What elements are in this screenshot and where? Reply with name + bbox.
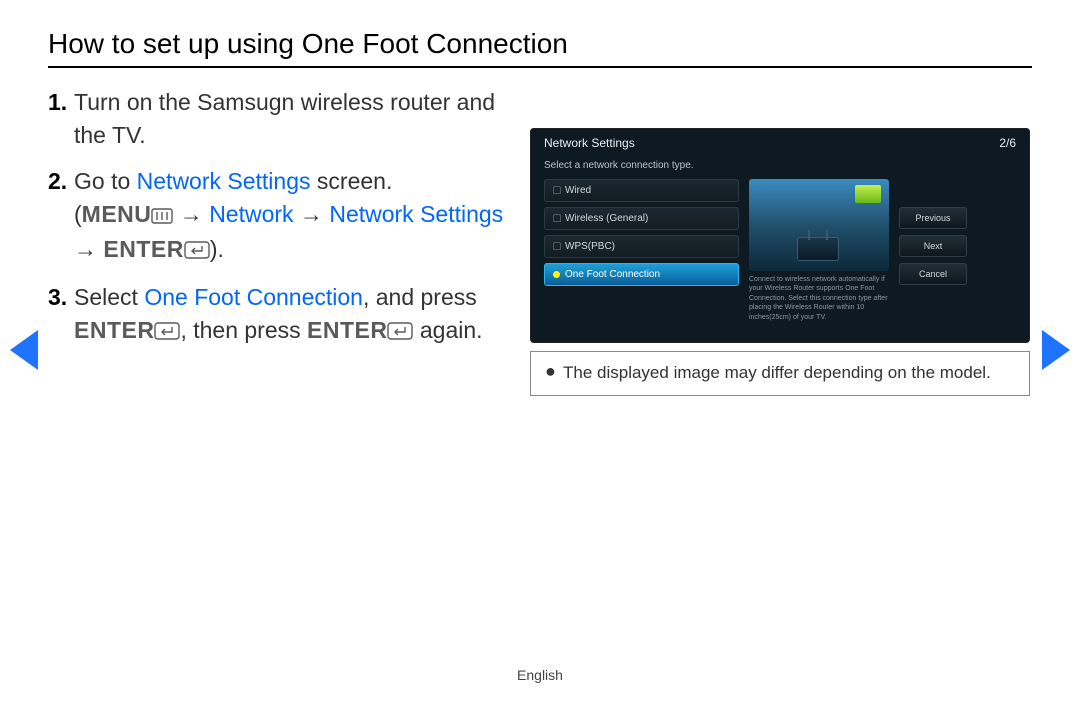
step-number: 1. — [48, 86, 74, 153]
tv-item-wireless: Wireless (General) — [544, 207, 739, 230]
tv-screenshot: Network Settings 2/6 Select a network co… — [530, 128, 1030, 343]
step-3: 3. Select One Foot Connection, and press… — [48, 281, 510, 350]
footer-language: English — [0, 667, 1080, 683]
previous-page-arrow[interactable] — [10, 330, 38, 370]
text: ( — [74, 201, 82, 227]
menu-icon — [151, 200, 173, 233]
text: , then press — [180, 317, 307, 343]
enter-label: ENTER — [307, 317, 387, 343]
lock-icon — [553, 214, 561, 222]
steps-list: 1. Turn on the Samsugn wireless router a… — [48, 86, 510, 396]
enter-label: ENTER — [103, 236, 183, 262]
enter-icon — [154, 316, 180, 349]
step-1: 1. Turn on the Samsugn wireless router a… — [48, 86, 510, 153]
text: , and press — [363, 284, 477, 310]
lock-icon — [553, 242, 561, 250]
tv-cancel-button: Cancel — [899, 263, 967, 285]
step-number: 3. — [48, 281, 74, 350]
tv-item-label: Wireless (General) — [565, 213, 648, 224]
note-text: The displayed image may differ depending… — [563, 362, 1017, 385]
tv-item-label: Wired — [565, 185, 591, 196]
step-number: 2. — [48, 165, 74, 269]
enter-label: ENTER — [74, 317, 154, 343]
link-network-settings: Network Settings — [137, 168, 311, 194]
active-dot-icon — [553, 271, 560, 278]
text: screen. — [311, 168, 393, 194]
enter-icon — [184, 235, 210, 268]
next-page-arrow[interactable] — [1042, 330, 1070, 370]
tv-title: Network Settings — [544, 136, 635, 150]
link-network: Network — [209, 201, 293, 227]
step-text: Select One Foot Connection, and press EN… — [74, 281, 510, 350]
tv-previous-button: Previous — [899, 207, 967, 229]
arrow-icon: → — [74, 236, 103, 262]
text: Select — [74, 284, 144, 310]
tv-item-label: One Foot Connection — [565, 269, 660, 280]
arrow-icon: → — [180, 201, 209, 227]
tv-item-label: WPS(PBC) — [565, 241, 615, 252]
router-icon — [797, 237, 839, 261]
tv-item-one-foot: One Foot Connection — [544, 263, 739, 286]
lock-icon — [553, 186, 561, 194]
text: again. — [413, 317, 482, 343]
tv-page-indicator: 2/6 — [999, 136, 1016, 150]
tv-item-wired: Wired — [544, 179, 739, 202]
step-2: 2. Go to Network Settings screen. (MENU … — [48, 165, 510, 269]
tv-description: Connect to wireless network automaticall… — [749, 275, 889, 322]
enter-icon — [387, 316, 413, 349]
tv-connection-list: Wired Wireless (General) WPS(PBC) One Fo… — [544, 179, 739, 322]
tv-next-button: Next — [899, 235, 967, 257]
tv-item-wps: WPS(PBC) — [544, 235, 739, 258]
bullet-icon: ● — [545, 362, 563, 385]
arrow-icon: → — [294, 201, 330, 227]
tv-preview-image — [749, 179, 889, 271]
tv-subtitle: Select a network connection type. — [530, 154, 1030, 179]
note-box: ● The displayed image may differ dependi… — [530, 351, 1030, 396]
menu-label: MENU — [82, 201, 152, 227]
page-title: How to set up using One Foot Connection — [48, 28, 1032, 68]
step-text: Turn on the Samsugn wireless router and … — [74, 86, 510, 153]
link-one-foot-connection: One Foot Connection — [144, 284, 363, 310]
link-network-settings: Network Settings — [329, 201, 503, 227]
text: ). — [210, 236, 224, 262]
text: Go to — [74, 168, 137, 194]
step-text: Go to Network Settings screen. (MENU → N… — [74, 165, 510, 269]
